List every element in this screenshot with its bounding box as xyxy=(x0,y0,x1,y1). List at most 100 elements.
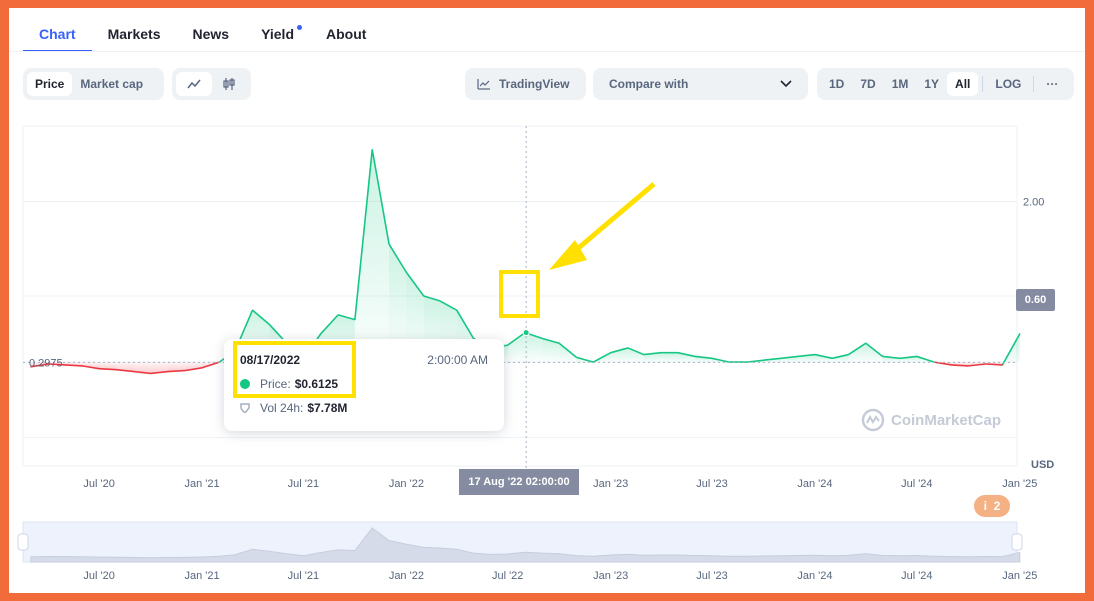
tooltip-volume-row: Vol 24h: $7.78M xyxy=(240,401,347,415)
price-point xyxy=(694,355,696,358)
annotation-arrow-icon xyxy=(549,182,656,270)
crosshair-date-label: 17 Aug '22 02:00:00 xyxy=(459,469,579,495)
price-point xyxy=(899,357,901,359)
area-segment xyxy=(661,352,678,363)
chart-area xyxy=(30,149,1020,374)
x-tick-label: Jan '23 xyxy=(593,478,628,490)
watermark-text: CoinMarketCap xyxy=(891,411,1002,429)
x-tick-label: Jan '21 xyxy=(185,478,220,490)
coinmarketcap-logo-icon xyxy=(861,408,885,432)
area-segment xyxy=(628,347,644,363)
navigator-tick-label: Jul '24 xyxy=(901,570,932,582)
highlight-box-point xyxy=(499,270,540,318)
price-point xyxy=(64,364,66,366)
price-point xyxy=(916,355,918,358)
price-point xyxy=(541,337,543,340)
price-segment xyxy=(99,367,117,371)
navigator-tick-label: Jan '23 xyxy=(593,570,628,582)
price-point xyxy=(780,357,782,359)
price-point xyxy=(268,323,270,325)
x-tick-label: Jul '20 xyxy=(83,478,114,490)
price-point xyxy=(575,356,578,358)
currency-label: USD xyxy=(1031,459,1054,471)
price-point xyxy=(405,271,407,273)
price-point xyxy=(320,333,322,335)
navigator-tick-label: Jul '20 xyxy=(83,570,114,582)
price-point xyxy=(133,370,135,373)
price-point xyxy=(150,372,152,375)
x-tick-label: Jul '23 xyxy=(696,478,727,490)
price-point xyxy=(1019,333,1021,335)
price-point xyxy=(660,352,662,354)
price-point xyxy=(423,295,425,297)
navigator-tick-label: Jan '25 xyxy=(1002,570,1037,582)
y-axis: 2.001.00USD xyxy=(1023,197,1054,471)
price-point xyxy=(507,344,509,346)
baseline-label: 0.2975 xyxy=(29,357,63,369)
navigator-tick-label: Jul '23 xyxy=(696,570,727,582)
price-point xyxy=(814,353,816,356)
tooltip-time: 2:00:00 AM xyxy=(427,353,488,367)
x-tick-label: Jan '24 xyxy=(797,478,832,490)
price-point xyxy=(711,357,713,359)
price-point xyxy=(81,365,83,367)
price-segment xyxy=(985,363,1003,366)
price-segment xyxy=(167,369,185,373)
navigator-tick-label: Jul '21 xyxy=(288,570,319,582)
navigator-handle-left xyxy=(17,533,29,551)
current-price-label: 0.60 xyxy=(1016,289,1055,311)
price-point xyxy=(847,353,850,356)
price-point xyxy=(746,361,748,363)
price-point xyxy=(882,355,884,358)
arrow-shaft xyxy=(567,182,656,258)
navigator-tick-label: Jan '21 xyxy=(185,570,220,582)
tooltip-volume-value: $7.78M xyxy=(307,401,348,415)
price-point xyxy=(456,309,458,311)
price-point xyxy=(762,359,765,361)
price-point xyxy=(950,364,953,366)
price-point xyxy=(388,243,390,245)
price-point xyxy=(677,352,679,354)
coinmarketcap-watermark: CoinMarketCap xyxy=(861,408,1001,432)
x-tick-label: Jan '25 xyxy=(1002,478,1037,490)
x-tick-label: Jul '21 xyxy=(288,478,319,490)
price-point xyxy=(184,370,186,372)
price-point xyxy=(115,369,118,371)
navigator-handle-right xyxy=(1011,533,1023,551)
price-point xyxy=(167,370,169,373)
y-tick-label: 2.00 xyxy=(1023,197,1044,209)
price-point xyxy=(831,357,833,359)
area-segment xyxy=(372,149,390,363)
price-point xyxy=(354,319,356,321)
price-point xyxy=(797,355,799,358)
chart-panel: Chart Markets News Yield About Price Mar… xyxy=(9,8,1085,593)
price-point xyxy=(98,368,100,370)
tooltip-volume-label: Vol 24h: xyxy=(260,401,304,415)
price-point xyxy=(438,300,441,302)
price-point xyxy=(643,353,645,356)
crosshair-point xyxy=(522,329,530,337)
volume-shield-icon xyxy=(240,403,250,413)
price-point xyxy=(251,309,254,311)
navigator-tick-label: Jul '22 xyxy=(492,570,523,582)
price-point xyxy=(558,342,560,344)
price-segment xyxy=(64,364,83,367)
price-point xyxy=(627,347,629,349)
price-point xyxy=(985,363,987,365)
area-segment xyxy=(507,332,526,363)
highlight-box-tooltip xyxy=(233,341,356,398)
price-segment xyxy=(951,364,969,367)
notification-badge[interactable]: i 2 xyxy=(974,495,1010,517)
range-navigator[interactable]: Jul '20 Jan '21 Jul '21 Jan '22 Jul '22 Jan '… xyxy=(17,521,1037,582)
x-tick-label: Jul '24 xyxy=(901,478,932,490)
price-point xyxy=(337,314,339,316)
navigator-tick-label: Jan '22 xyxy=(389,570,424,582)
price-point xyxy=(967,365,969,367)
x-tick-label: Jan '22 xyxy=(389,478,424,490)
price-point xyxy=(610,352,612,354)
price-chart[interactable]: 0.2975 Jul '20 Jan '21 Jul '21 Jan '22 Jan '… xyxy=(9,8,1085,593)
price-point xyxy=(371,149,373,151)
price-point xyxy=(201,367,203,369)
price-point xyxy=(865,342,867,344)
navigator-tick-label: Jan '24 xyxy=(797,570,832,582)
